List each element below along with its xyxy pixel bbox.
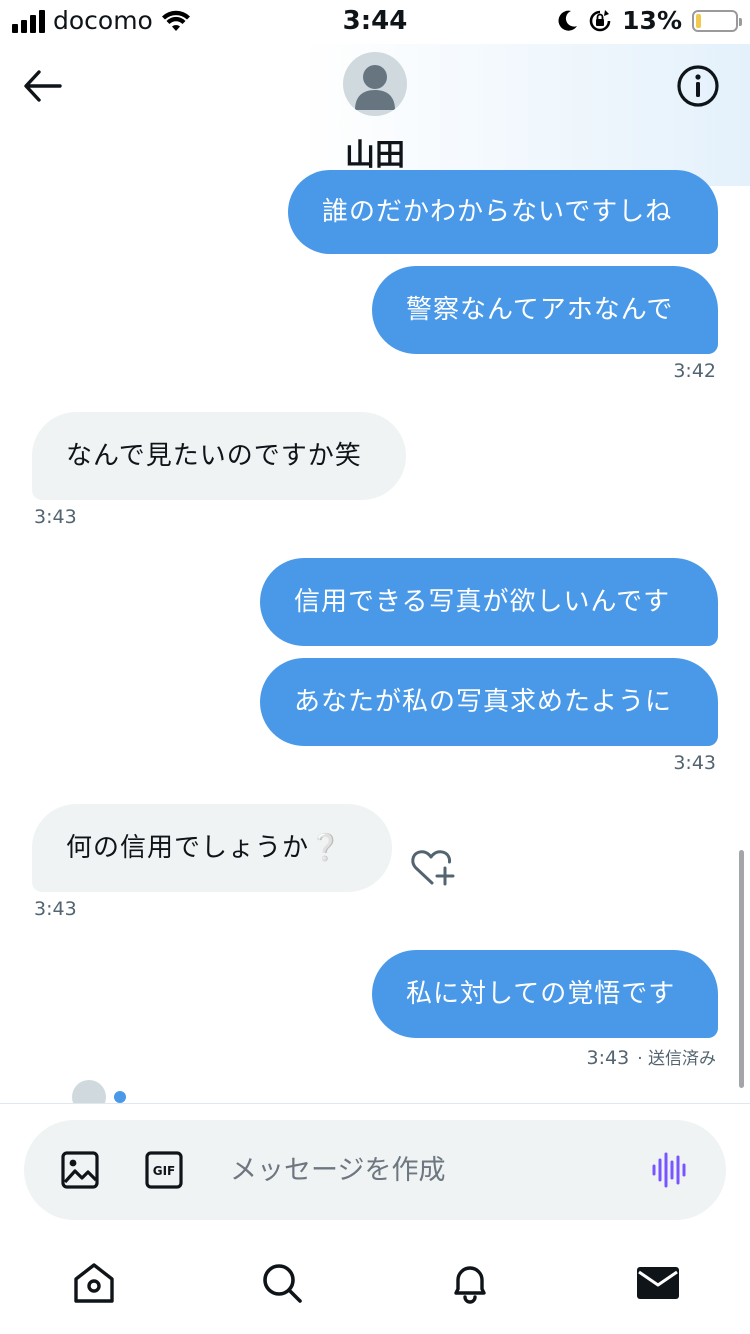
gif-icon: GIF: [145, 1151, 183, 1189]
default-avatar-icon: [355, 65, 395, 110]
message-bubble-sent[interactable]: 誰のだかわからないですしね: [288, 170, 718, 254]
svg-text:GIF: GIF: [153, 1164, 176, 1178]
message-text: 誰のだかわからないですしね: [322, 197, 673, 227]
message-timestamp: 3:43: [586, 1047, 630, 1069]
heart-plus-icon: [411, 850, 455, 886]
status-bar: docomo 3:44 13%: [0, 0, 750, 44]
gif-button[interactable]: GIF: [144, 1150, 184, 1190]
rotation-lock-icon: [589, 9, 611, 31]
message-bubble-received[interactable]: 何の信用でしょうか❔: [32, 804, 392, 892]
moon-icon: [558, 10, 578, 31]
home-icon: [74, 1263, 114, 1303]
message-status: · 送信済み: [637, 1049, 716, 1069]
back-button[interactable]: [18, 62, 66, 110]
message-text: あなたが私の写真求めたように: [294, 687, 673, 717]
message-meta: 3:43 · 送信済み: [587, 1044, 716, 1069]
scrollbar[interactable]: [739, 850, 744, 1088]
search-icon: [263, 1264, 302, 1303]
message-bubble-sent[interactable]: 信用できる写真が欲しいんです: [260, 558, 718, 646]
contact-avatar[interactable]: [343, 52, 407, 116]
message-timestamp: 3:42: [673, 360, 716, 382]
message-bubble-received[interactable]: なんで見たいのですか笑: [32, 412, 406, 500]
tab-notifications[interactable]: [446, 1259, 494, 1307]
message-text: なんで見たいのですか笑: [66, 441, 362, 471]
voice-wave-icon: [652, 1152, 686, 1188]
typing-dot: [114, 1091, 126, 1103]
message-text: 警察なんてアホなんで: [406, 295, 674, 325]
battery-level: [696, 13, 701, 28]
message-text: 信用できる写真が欲しいんです: [294, 587, 671, 617]
tab-home[interactable]: [70, 1259, 118, 1307]
arrow-left-icon: [24, 70, 62, 102]
message-timestamp: 3:43: [673, 752, 716, 774]
info-button[interactable]: [676, 64, 720, 108]
message-input[interactable]: [230, 1146, 630, 1194]
add-reaction-button[interactable]: [410, 848, 456, 888]
message-text: 私に対しての覚悟です: [406, 979, 676, 1009]
tab-search[interactable]: [258, 1259, 306, 1307]
tab-messages[interactable]: [634, 1259, 682, 1307]
mail-icon: [637, 1267, 679, 1299]
message-timestamp: 3:43: [34, 506, 77, 528]
image-icon: [61, 1151, 99, 1189]
conversation-header: 山田: [0, 44, 750, 186]
message-bubble-sent[interactable]: 警察なんてアホなんで: [372, 266, 718, 354]
info-icon: [677, 65, 719, 107]
status-right: 13%: [558, 6, 742, 35]
battery-percent: 13%: [622, 6, 682, 35]
message-text: 何の信用でしょうか❔: [66, 833, 343, 863]
battery-icon: [692, 9, 742, 32]
bell-icon: [454, 1266, 486, 1304]
voice-message-button[interactable]: [650, 1150, 690, 1190]
message-timestamp: 3:43: [34, 898, 77, 920]
message-composer: GIF: [24, 1120, 726, 1220]
bottom-tab-bar: [0, 1241, 750, 1334]
message-bubble-sent[interactable]: あなたが私の写真求めたように: [260, 658, 718, 746]
composer-area: GIF: [0, 1103, 750, 1241]
message-bubble-sent[interactable]: 私に対しての覚悟です: [372, 950, 718, 1038]
contact-name[interactable]: 山田: [0, 130, 750, 174]
image-button[interactable]: [60, 1150, 100, 1190]
